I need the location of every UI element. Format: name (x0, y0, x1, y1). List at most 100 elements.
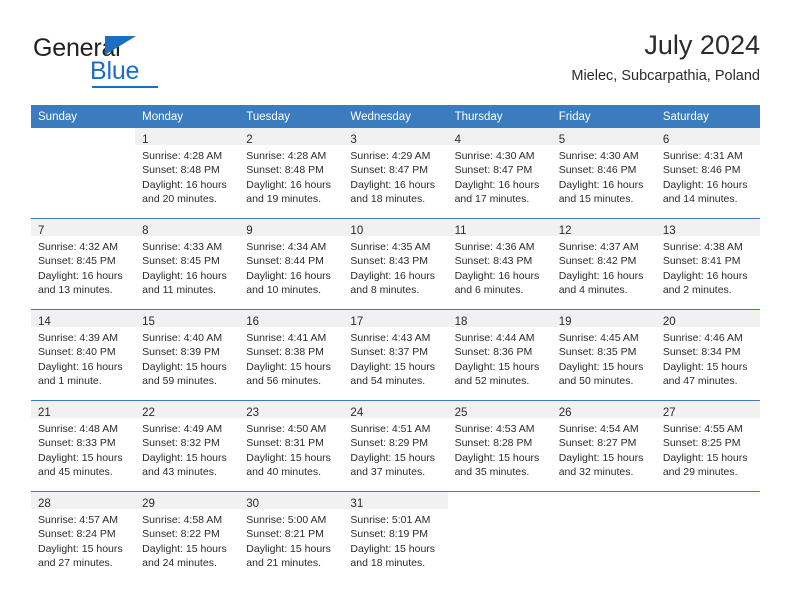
weekday-header-monday: Monday (135, 105, 240, 128)
day-details: Sunrise: 5:01 AM Sunset: 8:19 PM Daylight:… (343, 509, 447, 570)
day-details: Sunrise: 4:36 AM Sunset: 8:43 PM Daylight:… (448, 236, 552, 297)
daylight-text-line2: and 20 minutes. (142, 192, 217, 205)
daylight-text-line2: and 8 minutes. (350, 283, 420, 296)
calendar-day-cell[interactable]: 21 Sunrise: 4:48 AM Sunset: 8:33 PM Dayligh… (31, 400, 136, 492)
day-details: Sunrise: 4:55 AM Sunset: 8:25 PM Daylight:… (656, 418, 760, 479)
calendar-day-cell[interactable]: 10 Sunrise: 4:35 AM Sunset: 8:43 PM Dayligh… (343, 218, 448, 310)
calendar-day-cell[interactable]: 24 Sunrise: 4:51 AM Sunset: 8:29 PM Dayligh… (343, 400, 448, 492)
calendar-day-cell[interactable]: 15 Sunrise: 4:40 AM Sunset: 8:39 PM Dayligh… (135, 309, 240, 401)
day-details: Sunrise: 4:43 AM Sunset: 8:37 PM Daylight:… (343, 327, 447, 388)
day-number: 20 (662, 316, 676, 328)
sunrise-text: Sunrise: 4:48 AM (38, 423, 118, 435)
day-number-band: 26 (551, 401, 656, 419)
calendar-cell-empty (655, 491, 760, 582)
sunset-text: Sunset: 8:21 PM (246, 528, 324, 541)
day-details (552, 509, 656, 513)
sunrise-text: Sunrise: 4:30 AM (454, 150, 535, 162)
daylight-text-line1: Daylight: 16 hours (38, 360, 123, 373)
sunrise-text: Sunrise: 4:50 AM (246, 423, 327, 435)
daylight-text-line2: and 4 minutes. (558, 283, 628, 296)
sunset-text: Sunset: 8:36 PM (454, 346, 533, 359)
calendar-day-cell[interactable]: 9 Sunrise: 4:34 AM Sunset: 8:44 PM Daylight… (239, 218, 344, 310)
day-number: 3 (350, 134, 357, 146)
calendar-day-cell[interactable]: 6 Sunrise: 4:31 AM Sunset: 8:46 PM Daylight… (655, 128, 760, 219)
daylight-text-line2: and 37 minutes. (350, 465, 426, 478)
daylight-text-line1: Daylight: 15 hours (350, 542, 436, 555)
calendar-day-cell[interactable]: 1 Sunrise: 4:28 AM Sunset: 8:48 PM Daylight… (135, 128, 240, 219)
day-details: Sunrise: 4:50 AM Sunset: 8:31 PM Daylight:… (239, 418, 343, 479)
day-number-band: 25 (447, 401, 552, 419)
calendar-day-cell[interactable]: 25 Sunrise: 4:53 AM Sunset: 8:28 PM Dayligh… (447, 400, 552, 492)
logo-triangle-icon (105, 36, 136, 55)
sunrise-text: Sunrise: 4:49 AM (142, 423, 223, 435)
daylight-text-line2: and 6 minutes. (454, 283, 524, 296)
day-details: Sunrise: 4:53 AM Sunset: 8:28 PM Daylight:… (448, 418, 552, 479)
page-header: General Blue July 2024 Mielec, Subcarpat… (31, 28, 760, 100)
calendar-day-cell[interactable]: 22 Sunrise: 4:49 AM Sunset: 8:32 PM Dayligh… (135, 400, 240, 492)
calendar-day-cell[interactable]: 8 Sunrise: 4:33 AM Sunset: 8:45 PM Daylight… (135, 218, 240, 310)
calendar-day-cell[interactable]: 30 Sunrise: 5:00 AM Sunset: 8:21 PM Dayligh… (239, 491, 344, 582)
calendar-day-cell[interactable]: 28 Sunrise: 4:57 AM Sunset: 8:24 PM Dayligh… (31, 491, 136, 582)
day-number-band: 7 (31, 219, 136, 237)
calendar-day-cell[interactable]: 3 Sunrise: 4:29 AM Sunset: 8:47 PM Daylight… (343, 128, 448, 219)
calendar-week-row: 7 Sunrise: 4:32 AM Sunset: 8:45 PM Daylight… (31, 218, 760, 310)
calendar-body: 1 Sunrise: 4:28 AM Sunset: 8:48 PM Daylight… (31, 128, 760, 582)
day-number: 24 (350, 407, 364, 419)
calendar-day-cell[interactable]: 18 Sunrise: 4:44 AM Sunset: 8:36 PM Dayligh… (447, 309, 552, 401)
calendar-cell-empty (31, 128, 136, 219)
daylight-text-line1: Daylight: 15 hours (246, 451, 331, 464)
sunset-text: Sunset: 8:34 PM (662, 346, 741, 359)
calendar-day-cell[interactable]: 26 Sunrise: 4:54 AM Sunset: 8:27 PM Dayligh… (551, 400, 656, 492)
day-number: 8 (142, 225, 149, 237)
daylight-text-line2: and 27 minutes. (38, 556, 113, 569)
day-number-band: 11 (447, 219, 552, 237)
day-details: Sunrise: 4:31 AM Sunset: 8:46 PM Daylight:… (656, 145, 760, 206)
day-number: 2 (246, 134, 253, 146)
sunrise-text: Sunrise: 4:39 AM (38, 332, 118, 344)
day-number-band (447, 492, 552, 509)
calendar-day-cell[interactable]: 17 Sunrise: 4:43 AM Sunset: 8:37 PM Dayligh… (343, 309, 448, 401)
sunrise-text: Sunrise: 4:54 AM (558, 423, 639, 435)
daylight-text-line1: Daylight: 16 hours (38, 269, 123, 282)
sunrise-text: Sunrise: 4:40 AM (142, 332, 223, 344)
calendar-day-cell[interactable]: 14 Sunrise: 4:39 AM Sunset: 8:40 PM Dayligh… (31, 309, 136, 401)
calendar-day-cell[interactable]: 11 Sunrise: 4:36 AM Sunset: 8:43 PM Dayligh… (447, 218, 552, 310)
day-details: Sunrise: 4:40 AM Sunset: 8:39 PM Daylight:… (135, 327, 239, 388)
sunset-text: Sunset: 8:24 PM (38, 528, 116, 541)
calendar-day-cell[interactable]: 27 Sunrise: 4:55 AM Sunset: 8:25 PM Dayligh… (655, 400, 760, 492)
sunset-text: Sunset: 8:42 PM (558, 255, 637, 268)
day-number-band: 24 (343, 401, 448, 419)
calendar-day-cell[interactable]: 20 Sunrise: 4:46 AM Sunset: 8:34 PM Dayligh… (655, 309, 760, 401)
day-details (31, 145, 135, 149)
day-number-band: 16 (239, 310, 344, 328)
sunrise-text: Sunrise: 5:00 AM (246, 514, 327, 526)
day-number-band: 5 (551, 128, 656, 146)
daylight-text-line1: Daylight: 15 hours (142, 360, 227, 373)
day-number-band: 15 (135, 310, 240, 328)
calendar-day-cell[interactable]: 13 Sunrise: 4:38 AM Sunset: 8:41 PM Dayligh… (655, 218, 760, 310)
calendar-day-cell[interactable]: 31 Sunrise: 5:01 AM Sunset: 8:19 PM Dayligh… (343, 491, 448, 582)
calendar-day-cell[interactable]: 2 Sunrise: 4:28 AM Sunset: 8:48 PM Daylight… (239, 128, 344, 219)
calendar-day-cell[interactable]: 23 Sunrise: 4:50 AM Sunset: 8:31 PM Dayligh… (239, 400, 344, 492)
daylight-text-line1: Daylight: 16 hours (662, 178, 748, 191)
calendar-day-cell[interactable]: 5 Sunrise: 4:30 AM Sunset: 8:46 PM Daylight… (551, 128, 656, 219)
calendar-day-cell[interactable]: 7 Sunrise: 4:32 AM Sunset: 8:45 PM Daylight… (31, 218, 136, 310)
day-details: Sunrise: 4:37 AM Sunset: 8:42 PM Daylight:… (552, 236, 656, 297)
day-number-band: 27 (655, 401, 760, 419)
sunset-text: Sunset: 8:48 PM (246, 164, 324, 177)
calendar-week-row: 14 Sunrise: 4:39 AM Sunset: 8:40 PM Dayligh… (31, 309, 760, 401)
calendar-day-cell[interactable]: 19 Sunrise: 4:45 AM Sunset: 8:35 PM Dayligh… (551, 309, 656, 401)
day-number-band: 10 (343, 219, 448, 237)
weekday-header-row: Sunday Monday Tuesday Wednesday Thursday… (31, 105, 760, 128)
day-number-band: 22 (135, 401, 240, 419)
sunset-text: Sunset: 8:43 PM (454, 255, 533, 268)
calendar-day-cell[interactable]: 12 Sunrise: 4:37 AM Sunset: 8:42 PM Dayligh… (551, 218, 656, 310)
sunset-text: Sunset: 8:47 PM (454, 164, 533, 177)
calendar-day-cell[interactable]: 16 Sunrise: 4:41 AM Sunset: 8:38 PM Dayligh… (239, 309, 344, 401)
day-number: 9 (246, 225, 253, 237)
calendar-day-cell[interactable]: 29 Sunrise: 4:58 AM Sunset: 8:22 PM Dayligh… (135, 491, 240, 582)
day-number-band: 12 (551, 219, 656, 237)
calendar-day-cell[interactable]: 4 Sunrise: 4:30 AM Sunset: 8:47 PM Daylight… (447, 128, 552, 219)
day-number: 27 (662, 407, 676, 419)
day-number-band: 18 (447, 310, 552, 328)
